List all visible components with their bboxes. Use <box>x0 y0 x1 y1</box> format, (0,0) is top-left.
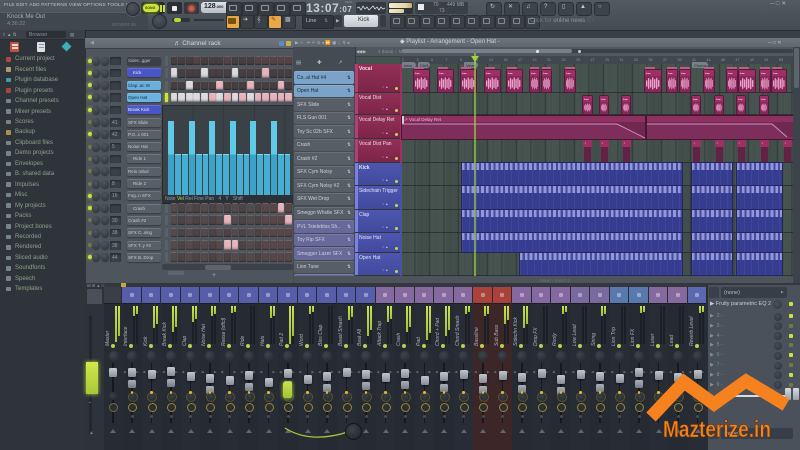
svg-text:Mazterize.in: Mazterize.in <box>663 416 771 442</box>
